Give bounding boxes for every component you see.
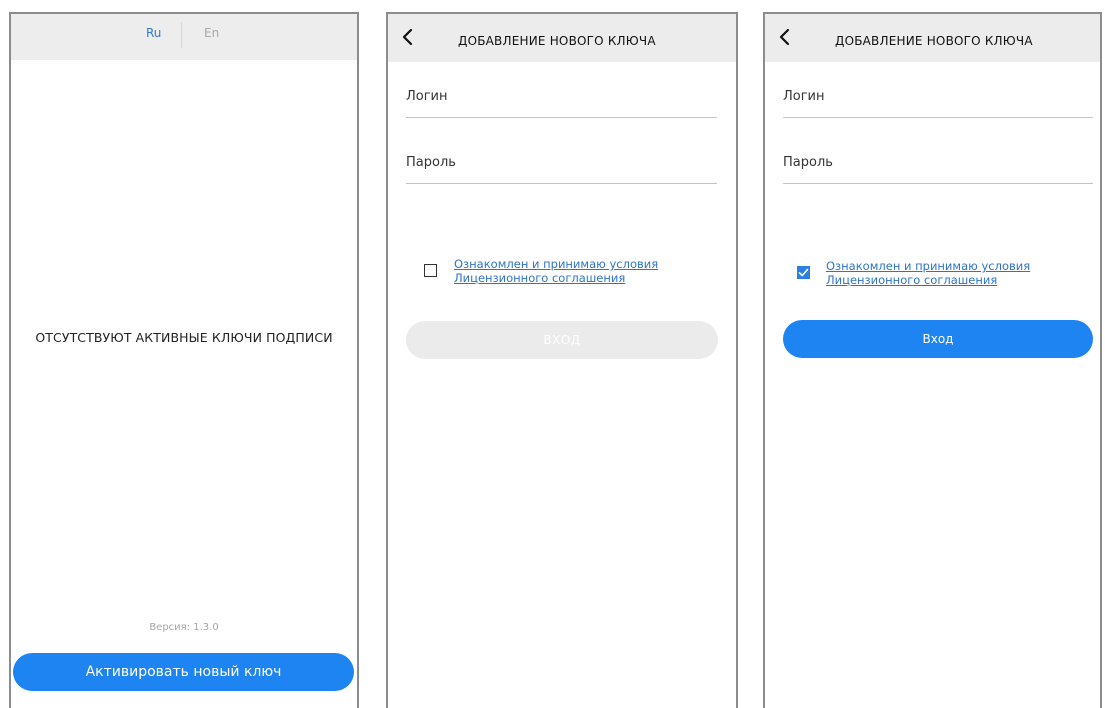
license-agreement-link[interactable]: Ознакомлен и принимаю условия Лицензионн… — [454, 257, 658, 285]
license-agreement-link[interactable]: Ознакомлен и принимаю условия Лицензионн… — [826, 259, 1030, 287]
login-field[interactable]: Логин — [783, 89, 825, 104]
top-bar: ДОБАВЛЕНИЕ НОВОГО КЛЮЧА — [388, 14, 736, 62]
checkmark-icon — [798, 268, 809, 277]
agreement-line-1: Ознакомлен и принимаю условия — [826, 259, 1031, 273]
agreement-line-1: Ознакомлен и принимаю условия — [454, 257, 659, 271]
login-field[interactable]: Логин — [406, 89, 448, 104]
agreement-checkbox[interactable] — [424, 264, 437, 277]
top-bar: ДОБАВЛЕНИЕ НОВОГО КЛЮЧА — [765, 14, 1100, 62]
password-underline — [783, 183, 1093, 184]
page-title: ДОБАВЛЕНИЕ НОВОГО КЛЮЧА — [458, 34, 656, 48]
agreement-line-2: Лицензионного соглашения — [826, 273, 998, 287]
lang-divider — [181, 22, 182, 48]
version-text: Версия: 1.3.0 — [149, 622, 219, 633]
agreement-line-2: Лицензионного соглашения — [454, 271, 626, 285]
login-button-disabled[interactable]: ВХОД — [406, 321, 718, 359]
password-field[interactable]: Пароль — [406, 155, 456, 170]
password-field[interactable]: Пароль — [783, 155, 833, 170]
screen-keys-list: Ru En ОТСУТСТВУЮТ АКТИВНЫЕ КЛЮЧИ ПОДПИСИ… — [9, 12, 359, 708]
password-underline — [406, 183, 717, 184]
login-underline — [406, 117, 717, 118]
chevron-left-icon[interactable] — [777, 28, 793, 46]
login-underline — [783, 117, 1093, 118]
screen-add-key-checked: ДОБАВЛЕНИЕ НОВОГО КЛЮЧА Логин Пароль Озн… — [763, 12, 1102, 708]
language-bar: Ru En — [11, 14, 357, 60]
lang-en-tab[interactable]: En — [204, 26, 219, 40]
agreement-checkbox[interactable] — [797, 266, 810, 279]
empty-state-message: ОТСУТСТВУЮТ АКТИВНЫЕ КЛЮЧИ ПОДПИСИ — [35, 330, 333, 345]
chevron-left-icon[interactable] — [400, 28, 416, 46]
screen-add-key-unchecked: ДОБАВЛЕНИЕ НОВОГО КЛЮЧА Логин Пароль Озн… — [386, 12, 738, 708]
lang-ru-tab[interactable]: Ru — [146, 26, 161, 40]
login-button[interactable]: Вход — [783, 320, 1093, 358]
page-title: ДОБАВЛЕНИЕ НОВОГО КЛЮЧА — [835, 34, 1033, 48]
activate-key-button[interactable]: Активировать новый ключ — [13, 653, 354, 691]
